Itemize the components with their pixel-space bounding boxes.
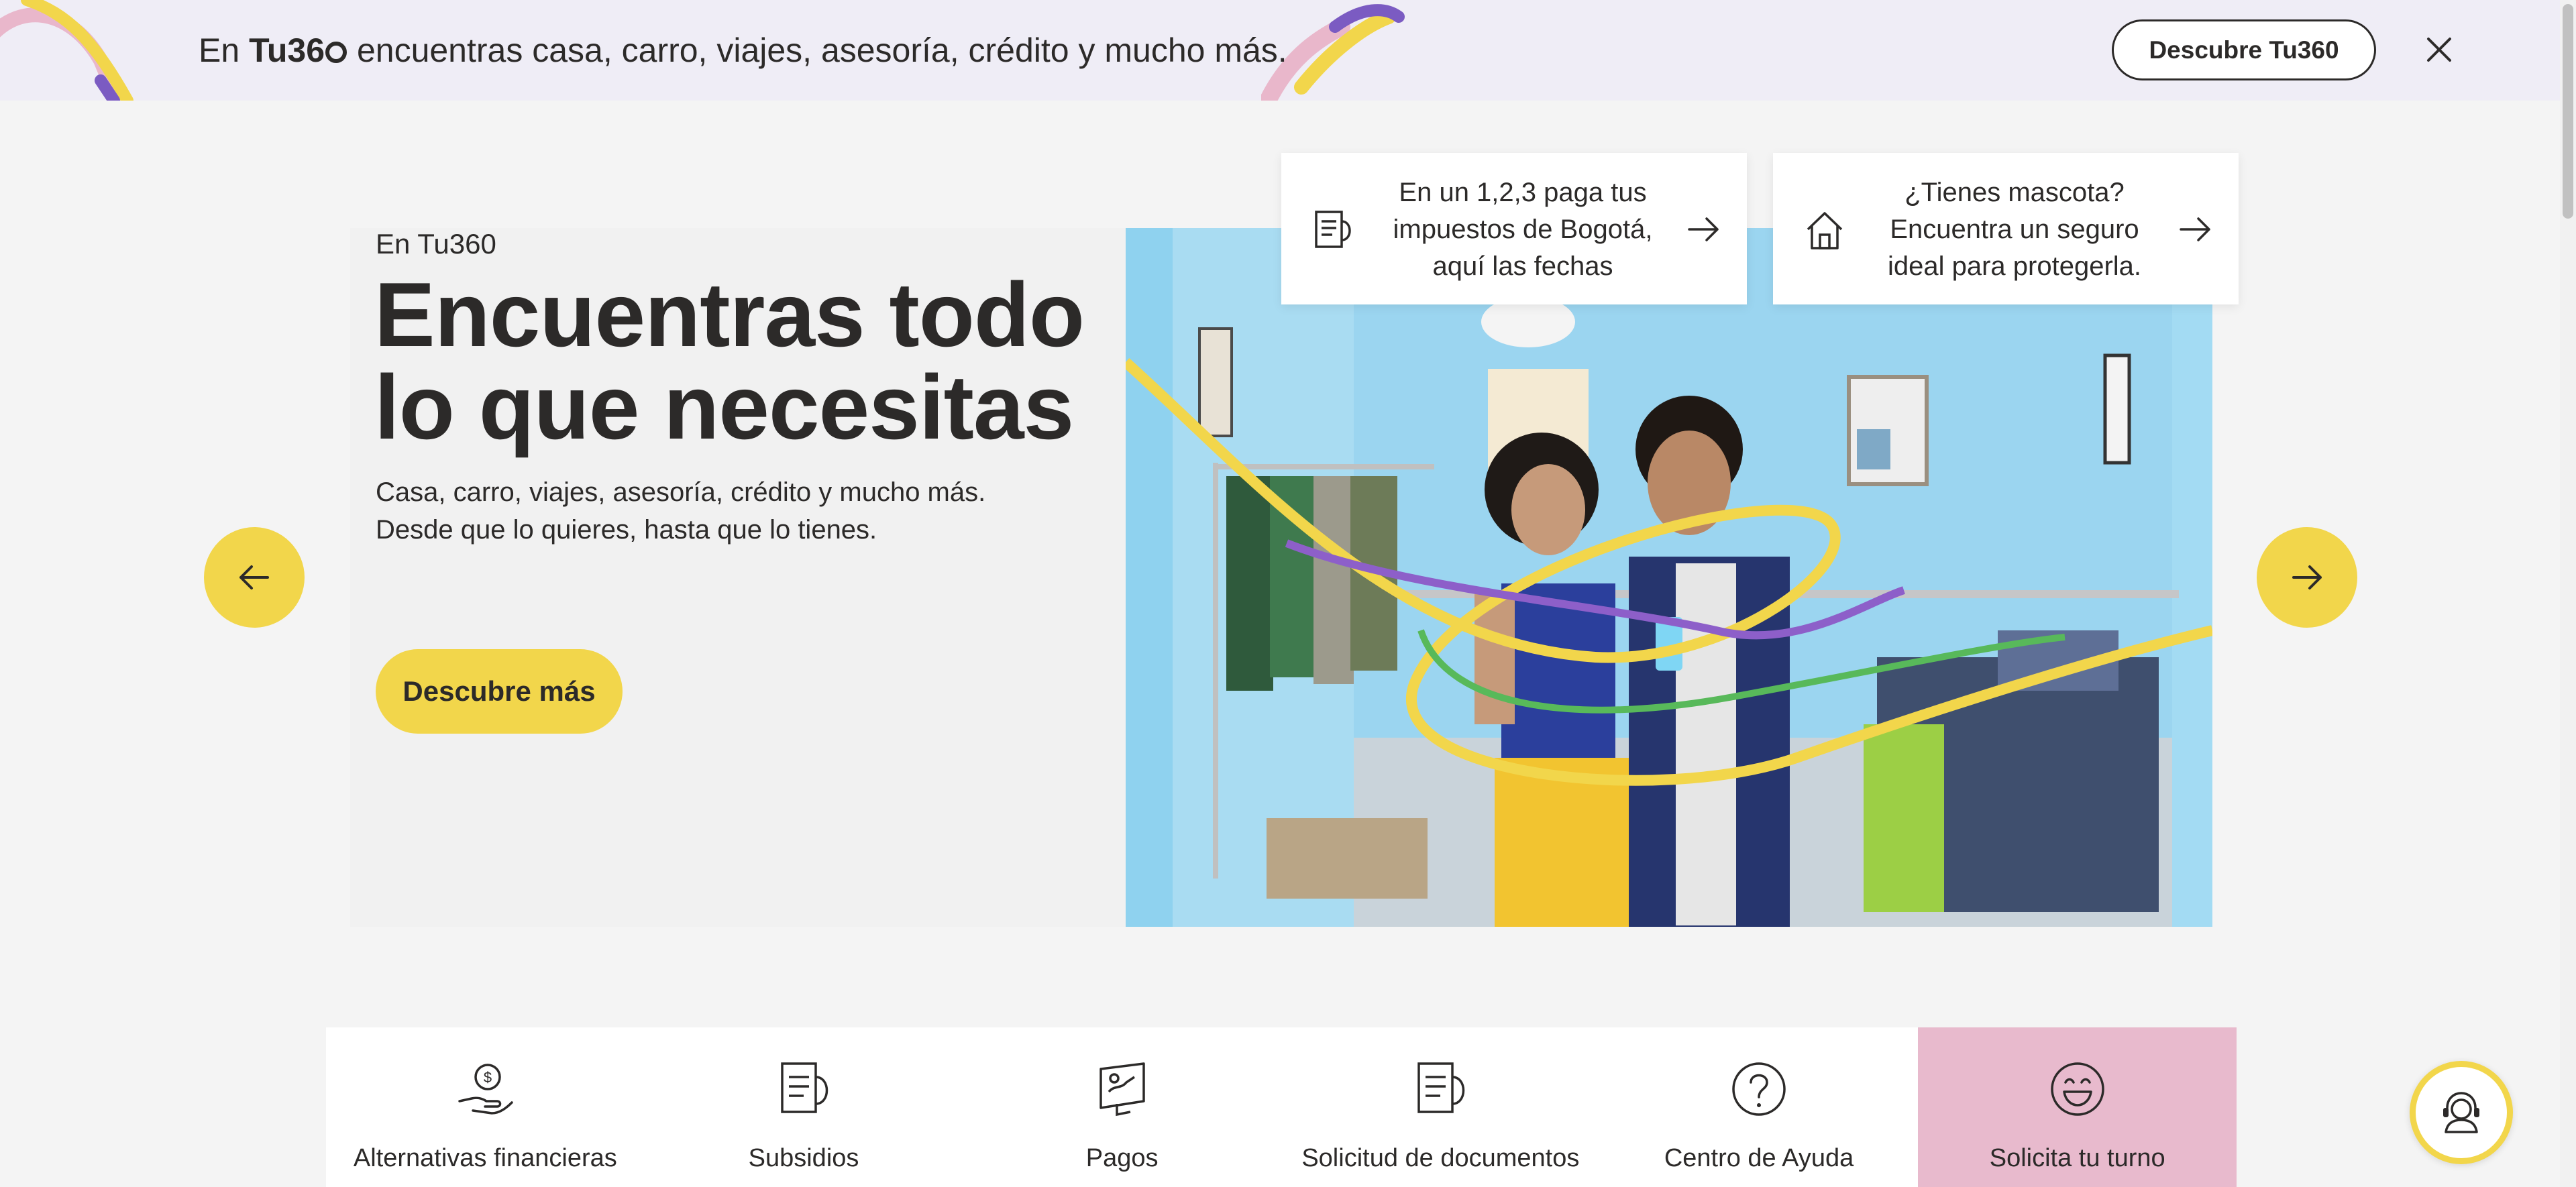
arrow-right-icon <box>2180 217 2210 241</box>
carousel-prev-button[interactable] <box>204 527 305 628</box>
quick-access-bar: $ Alternativas financieras Subsidios Pag… <box>326 1027 2237 1187</box>
hero-eyebrow: En Tu360 <box>376 228 496 260</box>
hero-description: Casa, carro, viajes, asesoría, crédito y… <box>376 473 1114 549</box>
arrow-right-icon <box>2292 565 2322 589</box>
question-icon <box>1732 1062 1786 1116</box>
promo-text-before: En <box>199 32 250 69</box>
quick-item-label: Subsidios <box>748 1144 859 1172</box>
svg-text:$: $ <box>484 1069 492 1086</box>
quick-item-label: Solicita tu turno <box>1989 1144 2165 1172</box>
hero-image <box>1126 228 2212 927</box>
arrow-right-icon <box>1688 217 1719 241</box>
carousel-next-button[interactable] <box>2257 527 2357 628</box>
close-banner-button[interactable] <box>2420 31 2458 68</box>
smile-icon <box>2050 1062 2104 1116</box>
virtual-assistant-button[interactable] <box>2410 1061 2513 1164</box>
quick-item-label: Centro de Ayuda <box>1664 1144 1854 1172</box>
promo-message: En Tu36 encuentras casa, carro, viajes, … <box>199 28 1287 72</box>
hand-money-icon: $ <box>458 1064 514 1115</box>
quick-item-payments[interactable]: Pagos <box>963 1027 1281 1187</box>
quick-item-label: Alternativas financieras <box>353 1144 617 1172</box>
hero-title: Encuentras todo lo que necesitas <box>374 264 1085 458</box>
document-icon <box>781 1062 828 1113</box>
hero-description-line1: Casa, carro, viajes, asesoría, crédito y… <box>376 477 986 507</box>
discover-more-button[interactable]: Descubre más <box>376 649 623 734</box>
info-card-taxes-text: En un 1,2,3 paga tus impuestos de Bogotá… <box>1393 178 1653 281</box>
promo-text-after: encuentras casa, carro, viajes, asesoría… <box>347 32 1287 69</box>
quick-item-subsidies[interactable]: Subsidios <box>645 1027 963 1187</box>
quick-item-financial-alternatives[interactable]: $ Alternativas financieras <box>326 1027 645 1187</box>
promo-banner: En Tu36 encuentras casa, carro, viajes, … <box>0 0 2576 101</box>
document-icon <box>1315 211 1351 248</box>
scrollbar-thumb[interactable] <box>2563 4 2573 219</box>
close-icon <box>2427 38 2451 62</box>
quick-item-documents[interactable]: Solicitud de documentos <box>1281 1027 1600 1187</box>
quick-item-label: Solicitud de documentos <box>1301 1144 1580 1172</box>
quick-item-label: Pagos <box>1085 1144 1159 1172</box>
info-card-pets[interactable]: ¿Tienes mascota? Encuentra un seguro ide… <box>1773 153 2239 304</box>
promo-brand: Tu36 <box>249 32 347 69</box>
quick-item-request-turn[interactable]: Solicita tu turno <box>1918 1027 2237 1187</box>
info-card-taxes[interactable]: En un 1,2,3 paga tus impuestos de Bogotá… <box>1281 153 1747 304</box>
quick-item-help-center[interactable]: Centro de Ayuda <box>1600 1027 1919 1187</box>
tu360-ring-icon <box>325 42 347 63</box>
arrow-left-icon <box>239 565 269 589</box>
decorative-swirl-left <box>0 0 133 101</box>
house-icon <box>1807 212 1843 249</box>
discover-tu360-button[interactable]: Descubre Tu360 <box>2112 19 2376 80</box>
hero-description-line2: Desde que lo quieres, hasta que lo tiene… <box>376 515 877 545</box>
document-icon <box>1417 1062 1465 1113</box>
assistant-headset-icon <box>2443 1092 2479 1133</box>
wallet-icon <box>1099 1062 1145 1117</box>
info-card-pets-text: ¿Tienes mascota? Encuentra un seguro ide… <box>1887 178 2142 281</box>
hero-illustration <box>1126 228 2212 927</box>
